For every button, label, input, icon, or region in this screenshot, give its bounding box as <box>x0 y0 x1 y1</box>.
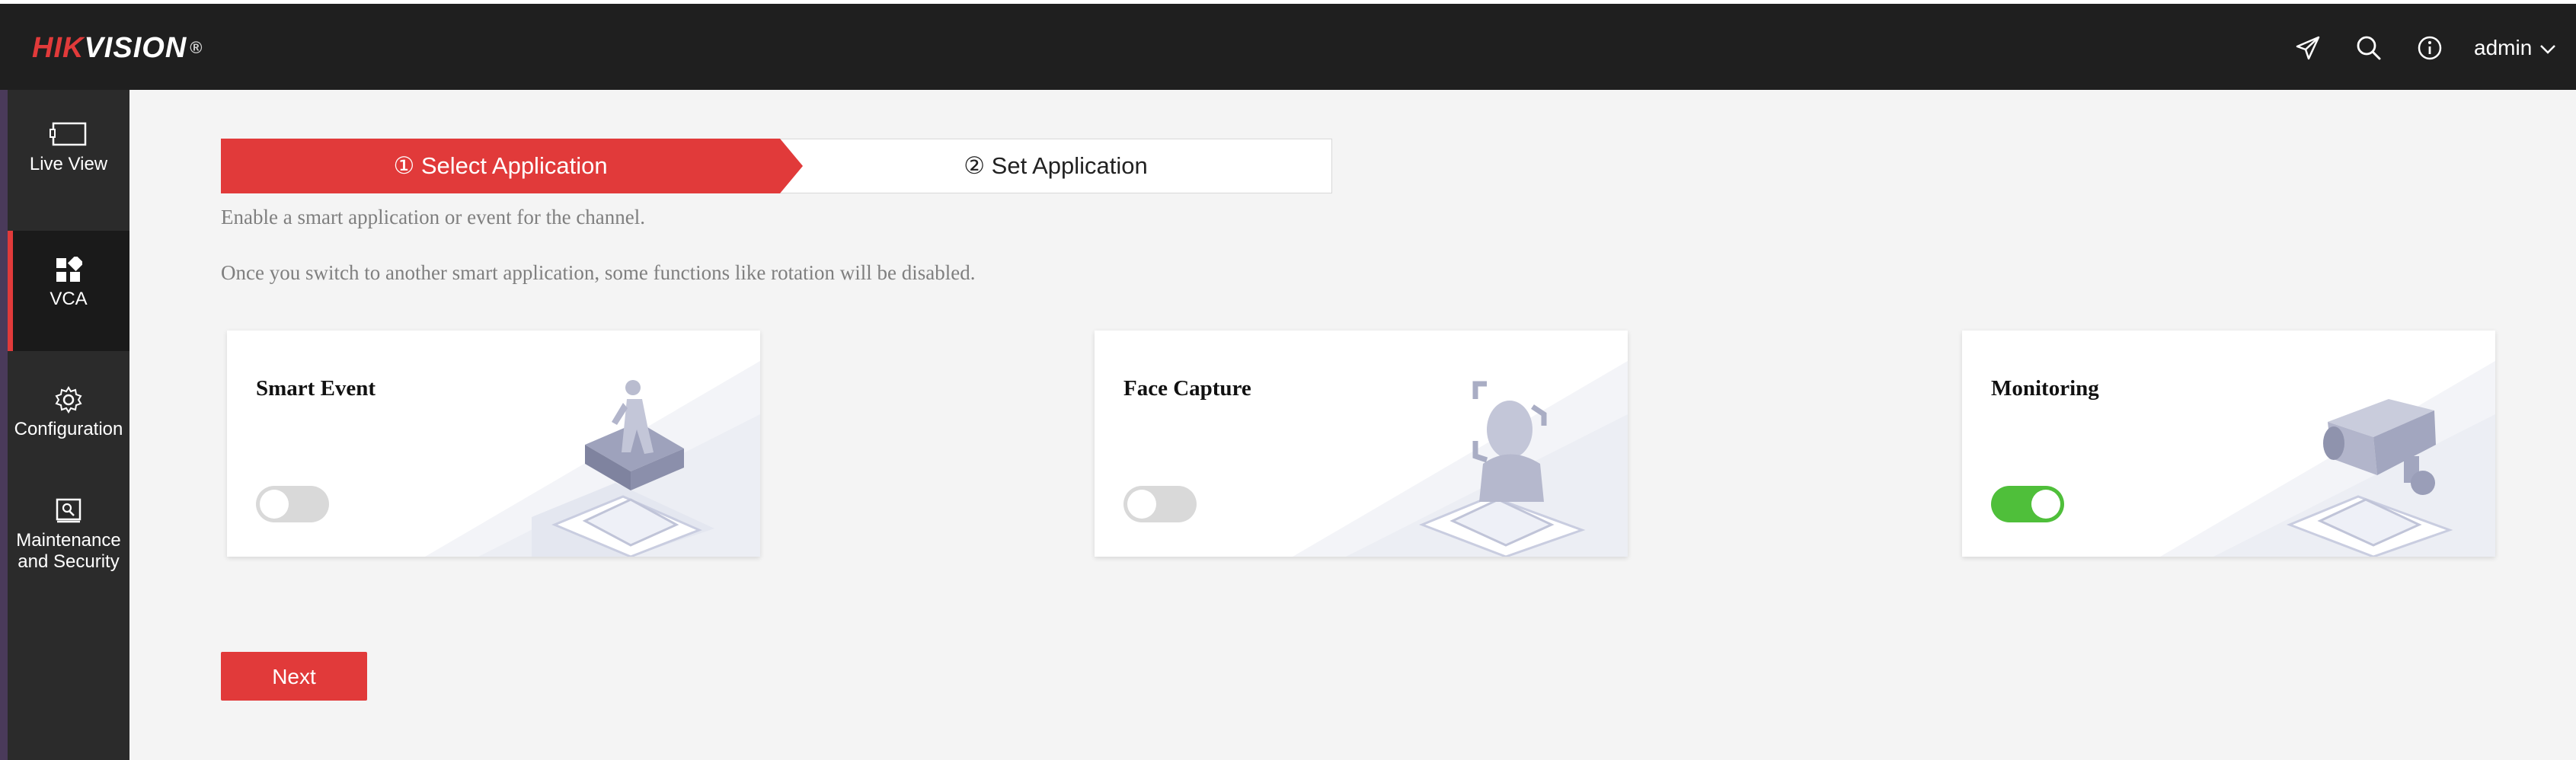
gear-icon <box>55 386 82 414</box>
step-select-application: ① Select Application <box>221 139 780 193</box>
grid-icon <box>56 257 82 282</box>
toggle-knob <box>1127 490 1156 519</box>
user-name: admin <box>2474 36 2533 59</box>
card-title: Monitoring <box>1991 376 2099 401</box>
search-icon[interactable] <box>2355 34 2383 62</box>
sidebar-item-label-line2: and Security <box>18 551 120 572</box>
sidebar: Live View VCA Configuration Maintenance … <box>8 90 129 760</box>
description-line-1: Enable a smart application or event for … <box>221 206 646 228</box>
sidebar-item-configuration[interactable]: Configuration <box>8 385 129 477</box>
sidebar-item-vca[interactable]: VCA <box>8 231 129 351</box>
face-capture-toggle[interactable] <box>1123 486 1197 522</box>
chevron-down-icon <box>2540 44 2556 54</box>
next-button[interactable]: Next <box>221 652 367 701</box>
description-line-2: Once you switch to another smart applica… <box>221 261 976 284</box>
maintenance-icon <box>56 498 81 523</box>
send-icon[interactable] <box>2294 34 2322 62</box>
sidebar-item-maintenance[interactable]: Maintenance and Security <box>8 497 129 596</box>
card-background-graphic <box>2160 361 2495 557</box>
step-progress: ① Select Application ② Set Application <box>221 139 1332 193</box>
sidebar-edge-strip <box>0 90 8 760</box>
step-arrow <box>780 139 803 193</box>
card-face-capture: Face Capture <box>1095 331 1628 557</box>
toggle-knob <box>2031 490 2060 519</box>
logo-white-part: VISION <box>84 32 187 64</box>
monitoring-toggle[interactable] <box>1991 486 2064 522</box>
info-icon[interactable] <box>2416 34 2443 62</box>
sidebar-item-label: VCA <box>50 289 88 309</box>
sidebar-item-label-line1: Maintenance <box>16 530 121 551</box>
step-set-application: ② Set Application <box>780 139 1332 193</box>
card-smart-event: Smart Event <box>227 331 760 557</box>
card-background-graphic <box>1293 361 1628 557</box>
sidebar-item-label: Live View <box>29 154 108 174</box>
sidebar-item-live-view[interactable]: Live View <box>8 122 129 221</box>
sidebar-item-label: Configuration <box>14 419 123 439</box>
card-title: Face Capture <box>1123 376 1251 401</box>
logo-registered-mark: ® <box>190 38 203 57</box>
card-monitoring: Monitoring <box>1962 331 2495 557</box>
smart-event-toggle[interactable] <box>256 486 329 522</box>
card-background-graphic <box>425 361 760 557</box>
hikvision-logo: HIKVISION ® <box>32 30 203 66</box>
toggle-knob <box>260 490 289 519</box>
user-menu[interactable]: admin <box>2474 34 2556 62</box>
monitor-icon <box>50 122 87 146</box>
top-header: HIKVISION ® admin <box>0 4 2576 90</box>
logo-red-part: HIK <box>32 32 85 64</box>
main-content: ① Select Application ② Set Application E… <box>129 90 2576 760</box>
card-title: Smart Event <box>256 376 376 401</box>
